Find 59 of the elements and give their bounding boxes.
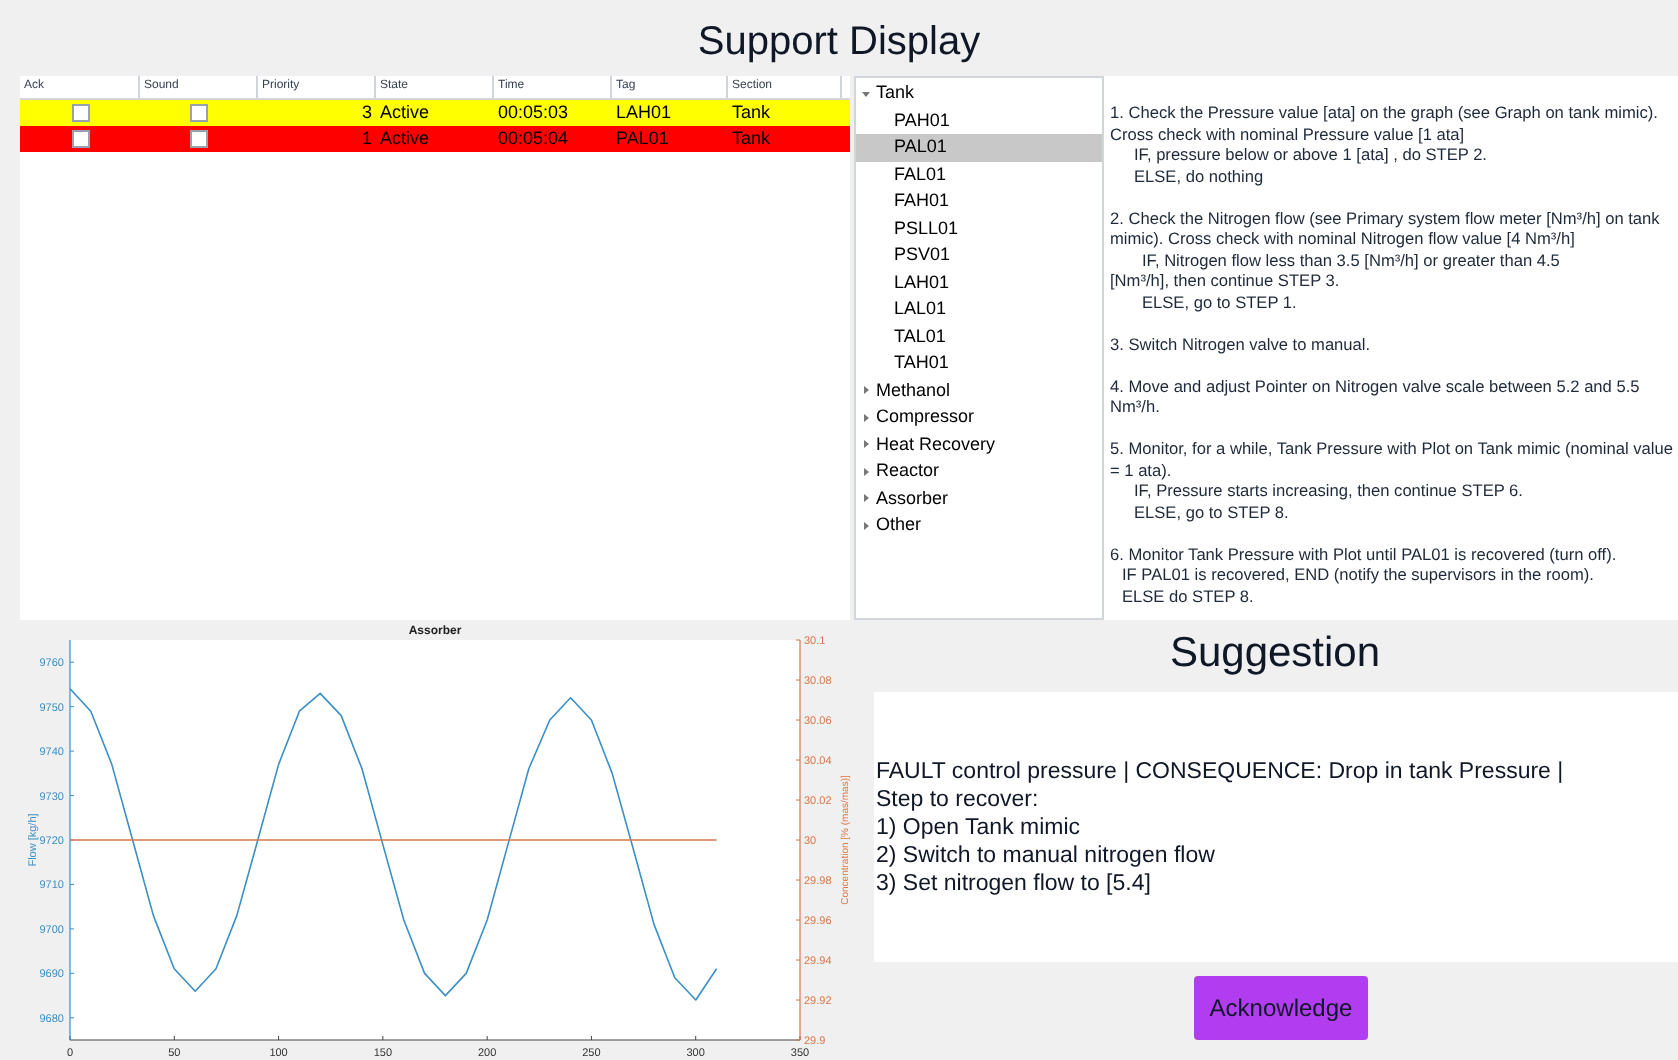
tree-item[interactable]: LAH01: [856, 269, 1102, 296]
collapsed-caret-icon[interactable]: [862, 413, 870, 422]
tree-item[interactable]: PAH01: [856, 107, 1102, 134]
tree-item[interactable]: PSV01: [856, 242, 1102, 269]
tree-item[interactable]: Reactor: [876, 458, 940, 485]
instruction-text: ELSE, do nothing: [1132, 165, 1266, 186]
instruction-text: 6. Monitor Tank Pressure with Plot until PAL01 is recovered (turn off).: [1110, 543, 1619, 564]
instruction-text: IF PAL01 is recovered, END (notify the supervisors in the room).: [1120, 564, 1596, 585]
tree-item[interactable]: FAL01: [856, 161, 1102, 188]
checkbox[interactable]: [71, 129, 89, 148]
instruction-text: 2. Check the Nitrogen flow (see Primary system flow meter [Nm³/h] on tank mimic). Cross check with nominal Nitrogen flow value [4 Nm³/h]: [1110, 207, 1662, 249]
instruction-text: ELSE do STEP 8.: [1120, 585, 1256, 606]
acknowledge-button[interactable]: Acknowledge: [1193, 976, 1369, 1040]
instruction-text: ELSE, go to STEP 1.: [1140, 291, 1299, 312]
tree-item[interactable]: Compressor: [876, 404, 975, 431]
tree-item[interactable]: Assorber: [876, 485, 949, 512]
collapsed-caret-icon[interactable]: [862, 521, 870, 530]
section-title: Suggestion: [1169, 628, 1381, 680]
instruction-text: 5. Monitor, for a while, Tank Pressure with Plot on Tank mimic (nominal value = 1 ata).: [1110, 438, 1674, 480]
table-cell: Active: [380, 127, 430, 148]
tree-item[interactable]: FAH01: [856, 188, 1102, 215]
instruction-text: IF, Pressure starts increasing, then continue STEP 6.: [1132, 480, 1525, 501]
instruction-text: ELSE, go to STEP 8.: [1132, 501, 1291, 522]
tree-item[interactable]: Methanol: [876, 377, 951, 404]
tree-item[interactable]: LAL01: [856, 296, 1102, 323]
table-cell: 00:05:04: [498, 127, 569, 148]
tree-item[interactable]: Heat Recovery: [876, 431, 996, 458]
page-title: Support Display: [697, 18, 981, 68]
table-cell: Tank: [732, 127, 771, 148]
alarm-row[interactable]: 3 Active 00:05:03 LAH01 Tank: [20, 100, 850, 126]
instruction-text: IF, Nitrogen flow less than 3.5 [Nm³/h] or greater than 4.5: [1140, 249, 1562, 270]
tree-item[interactable]: TAL01: [856, 323, 1102, 350]
table-cell: PAL01: [616, 127, 669, 148]
table-cell: Active: [380, 101, 430, 122]
expanded-caret-icon[interactable]: [862, 89, 870, 98]
table-cell: 00:05:03: [498, 101, 569, 122]
collapsed-caret-icon[interactable]: [862, 494, 870, 503]
checkbox[interactable]: [190, 103, 208, 122]
tree-item[interactable]: TAH01: [856, 350, 1102, 377]
instruction-text: 3. Switch Nitrogen valve to manual.: [1110, 333, 1373, 354]
collapsed-caret-icon[interactable]: [862, 386, 870, 395]
table-cell: 1: [361, 127, 372, 148]
table-cell: Tank: [732, 101, 771, 122]
alarm-row[interactable]: 1 Active 00:05:04 PAL01 Tank: [20, 126, 850, 152]
instruction-text: IF, pressure below or above 1 [ata] , do STEP 2.: [1132, 144, 1489, 165]
checkbox[interactable]: [71, 103, 89, 122]
instruction-text: 4. Move and adjust Pointer on Nitrogen valve scale between 5.2 and 5.5 Nm³/h.: [1110, 375, 1642, 417]
tree-item[interactable]: Other: [876, 512, 922, 539]
checkbox[interactable]: [190, 129, 208, 148]
instruction-text: 1. Check the Pressure value [ata] on the graph (see Graph on tank mimic). Cross check with nominal Pressure value [1 ata]: [1110, 102, 1660, 144]
tree-item[interactable]: PSLL01: [856, 215, 1102, 242]
table-cell: 3: [361, 101, 372, 122]
suggestion-text: FAULT control pressure | CONSEQUENCE: Drop in tank Pressure | Step to recover: 1) Open Tank mimic 2) Switch to manual nitrogen flow 3) Set nitrogen flow to [5.4]: [874, 692, 1678, 962]
collapsed-caret-icon[interactable]: [862, 467, 870, 476]
tree-item[interactable]: PAL01: [856, 134, 1102, 161]
tree-item[interactable]: Tank: [876, 80, 915, 107]
table-cell: LAH01: [616, 101, 672, 122]
collapsed-caret-icon[interactable]: [862, 440, 870, 449]
instruction-text: [Nm³/h], then continue STEP 3.: [1110, 270, 1342, 291]
